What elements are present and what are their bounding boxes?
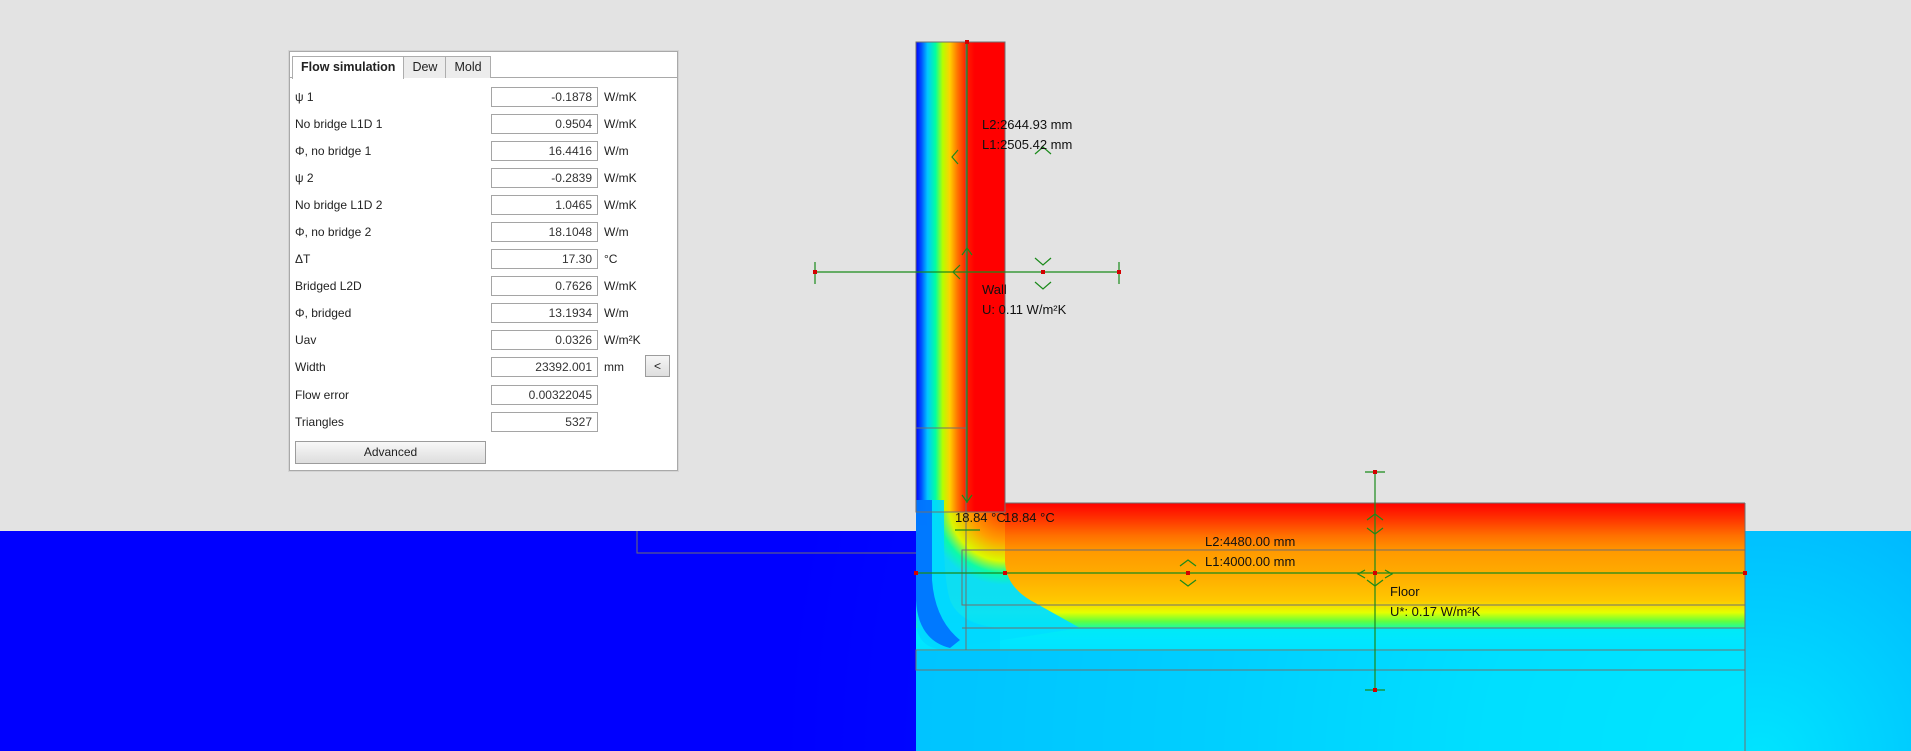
row-label: Φ, no bridge 2 — [295, 225, 372, 239]
row-unit: W/m²K — [604, 333, 641, 347]
row-unit: W/mK — [604, 117, 637, 131]
floor-underside — [916, 628, 1745, 751]
width-field[interactable]: 23392.001 — [491, 357, 598, 377]
floor-l1-label: L1:4000.00 mm — [1205, 554, 1295, 569]
row-label: Triangles — [295, 415, 344, 429]
advanced-button[interactable]: Advanced — [295, 441, 486, 464]
row-unit: W/m — [604, 306, 629, 320]
row-unit: W/mK — [604, 171, 637, 185]
phi-no-bridge-2-field[interactable]: 18.1048 — [491, 222, 598, 242]
psi-1-field[interactable]: -0.1878 — [491, 87, 598, 107]
row-label: Φ, bridged — [295, 306, 352, 320]
tab-flow-simulation[interactable]: Flow simulation — [292, 56, 405, 79]
tab-dew[interactable]: Dew — [403, 56, 447, 78]
row-unit: W/m — [604, 225, 629, 239]
row-no-bridge-l1d-1: No bridge L1D 1 0.9504 W/mK — [290, 114, 677, 136]
row-triangles: Triangles 5327 — [290, 412, 677, 434]
corner-temp-2: 18.84 °C — [1004, 510, 1055, 525]
row-label: No bridge L1D 2 — [295, 198, 383, 212]
collapse-button[interactable]: < — [645, 355, 670, 377]
phi-no-bridge-1-field[interactable]: 16.4416 — [491, 141, 598, 161]
row-psi-1: ψ 1 -0.1878 W/mK — [290, 87, 677, 109]
phi-bridged-field[interactable]: 13.1934 — [491, 303, 598, 323]
row-label: No bridge L1D 1 — [295, 117, 383, 131]
flow-simulation-panel: Flow simulation Dew Mold ψ 1 -0.1878 W/m… — [289, 51, 678, 471]
row-label: ψ 2 — [295, 171, 314, 185]
wall-u-label: U: 0.11 W/m²K — [982, 302, 1067, 317]
row-unit: W/mK — [604, 198, 637, 212]
wall-name-label: Wall — [982, 282, 1007, 297]
simulation-canvas[interactable]: L2:2644.93 mm L1:2505.42 mm Wall U: 0.11… — [0, 0, 1911, 751]
wall-l2-label: L2:2644.93 mm — [982, 117, 1072, 132]
row-width: Width 23392.001 mm < — [290, 355, 677, 379]
row-delta-t: ΔT 17.30 °C — [290, 249, 677, 271]
row-flow-error: Flow error 0.00322045 — [290, 385, 677, 407]
row-unit: °C — [604, 252, 618, 266]
row-phi-bridged: Φ, bridged 13.1934 W/m — [290, 303, 677, 325]
row-phi-no-bridge-1: Φ, no bridge 1 16.4416 W/m — [290, 141, 677, 163]
row-unit: W/m — [604, 144, 629, 158]
ground-left-region — [0, 531, 916, 751]
flow-error-field[interactable]: 0.00322045 — [491, 385, 598, 405]
row-label: ΔT — [295, 252, 311, 266]
no-bridge-l1d-1-field[interactable]: 0.9504 — [491, 114, 598, 134]
triangles-field[interactable]: 5327 — [491, 412, 598, 432]
row-bridged-l2d: Bridged L2D 0.7626 W/mK — [290, 276, 677, 298]
floor-l2-label: L2:4480.00 mm — [1205, 534, 1295, 549]
uav-field[interactable]: 0.0326 — [491, 330, 598, 350]
floor-name-label: Floor — [1390, 584, 1420, 599]
wall-l1-label: L1:2505.42 mm — [982, 137, 1072, 152]
row-label: Φ, no bridge 1 — [295, 144, 372, 158]
wall-element[interactable] — [916, 42, 1005, 512]
row-unit: mm — [604, 360, 624, 374]
row-phi-no-bridge-2: Φ, no bridge 2 18.1048 W/m — [290, 222, 677, 244]
tab-mold[interactable]: Mold — [445, 56, 491, 78]
row-label: Uav — [295, 333, 317, 347]
floor-u-label: U*: 0.17 W/m²K — [1390, 604, 1481, 619]
row-uav: Uav 0.0326 W/m²K — [290, 330, 677, 352]
row-no-bridge-l1d-2: No bridge L1D 2 1.0465 W/mK — [290, 195, 677, 217]
corner-temp-1: 18.84 °C — [955, 510, 1006, 525]
delta-t-field[interactable]: 17.30 — [491, 249, 598, 269]
row-unit: W/mK — [604, 279, 637, 293]
row-label: Flow error — [295, 388, 350, 402]
psi-2-field[interactable]: -0.2839 — [491, 168, 598, 188]
bridged-l2d-field[interactable]: 0.7626 — [491, 276, 598, 296]
no-bridge-l1d-2-field[interactable]: 1.0465 — [491, 195, 598, 215]
panel-tabs: Flow simulation Dew Mold — [290, 56, 677, 79]
row-unit: W/mK — [604, 90, 637, 104]
row-label: Bridged L2D — [295, 279, 362, 293]
row-label: ψ 1 — [295, 90, 314, 104]
row-label: Width — [295, 360, 326, 374]
row-psi-2: ψ 2 -0.2839 W/mK — [290, 168, 677, 190]
